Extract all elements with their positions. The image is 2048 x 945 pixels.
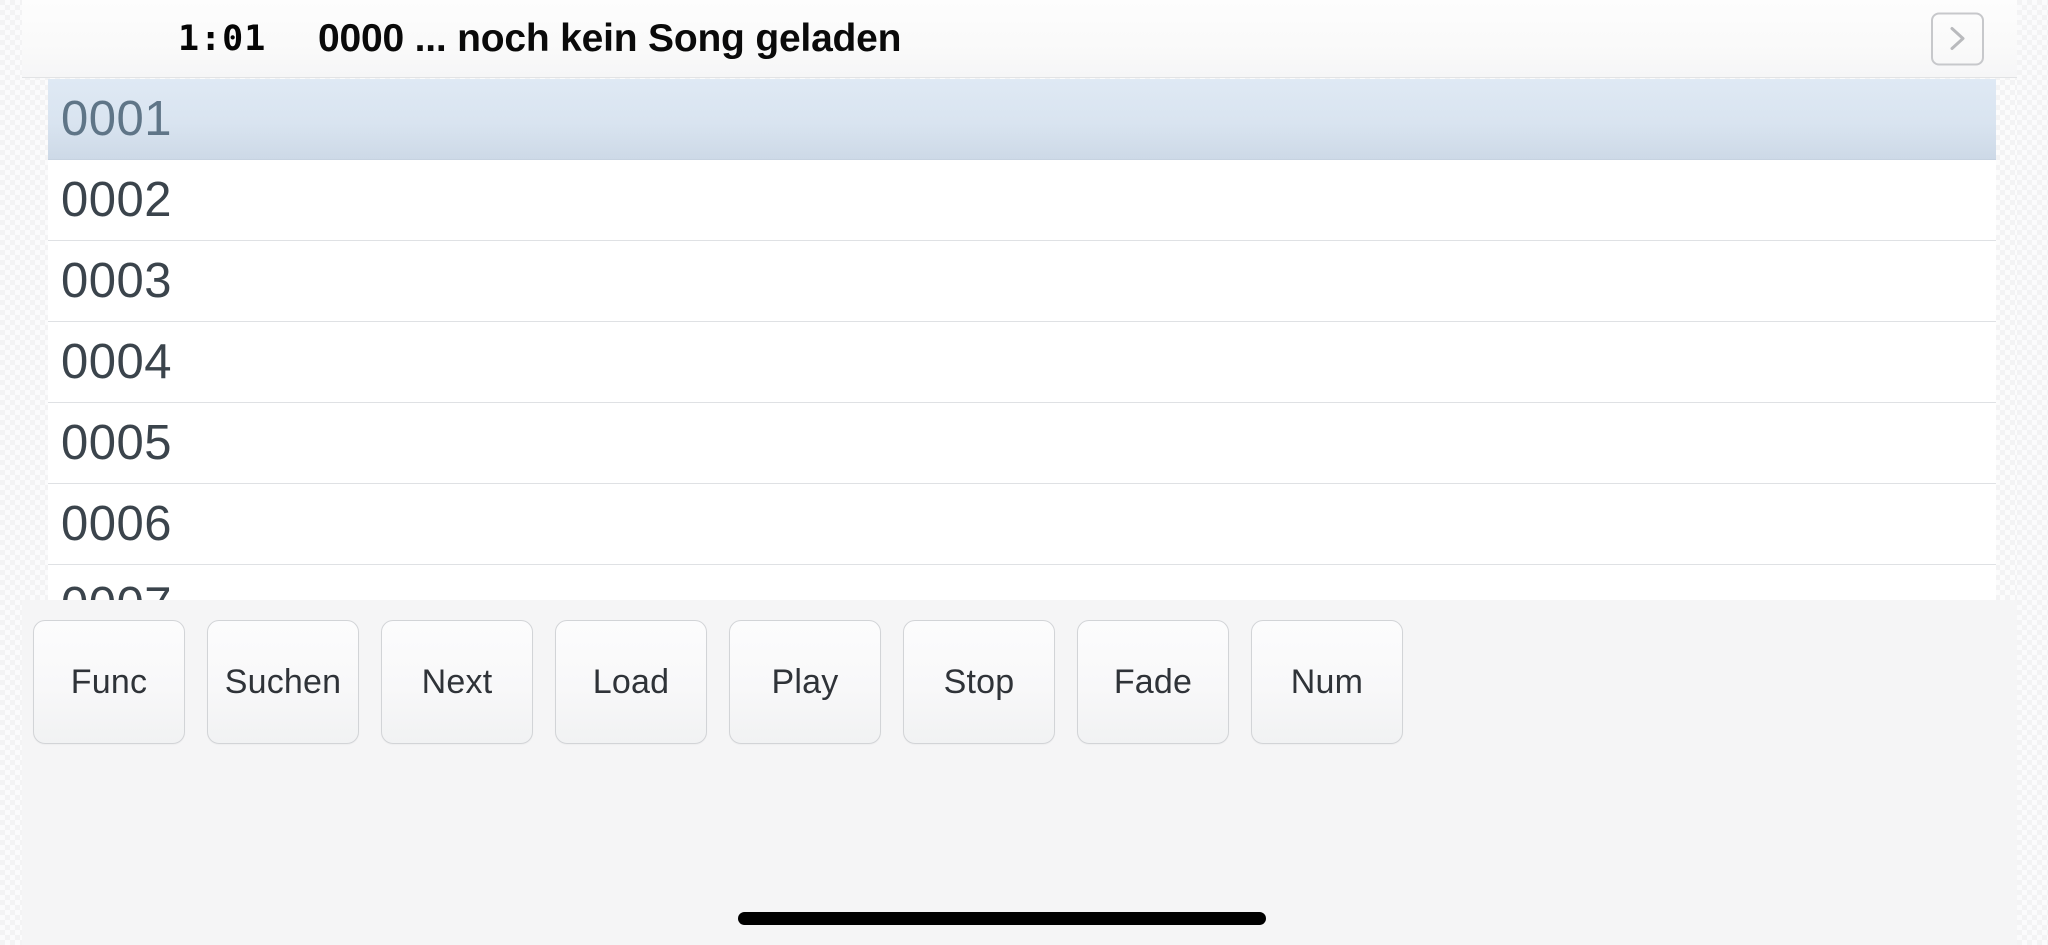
home-indicator <box>738 912 1266 925</box>
list-item-label: 0003 <box>61 253 173 308</box>
stop-button[interactable]: Stop <box>903 620 1055 744</box>
page-title: 0000 ... noch kein Song geladen <box>318 16 902 60</box>
play-button[interactable]: Play <box>729 620 881 744</box>
suchen-button[interactable]: Suchen <box>207 620 359 744</box>
list-item[interactable]: 0004 <box>48 322 1996 403</box>
list-item-label: 0005 <box>61 415 173 470</box>
list-item[interactable]: 0002 <box>48 160 1996 241</box>
list-item-label: 0004 <box>61 334 173 389</box>
list-item-label: 0007 <box>61 580 172 600</box>
right-edge-texture <box>2017 0 2048 945</box>
button-label: Play <box>771 662 839 701</box>
list-item[interactable]: 0001 <box>48 79 1996 160</box>
bottom-toolbar: Func Suchen Next Load Play Stop Fade Num <box>22 600 2017 945</box>
button-label: Num <box>1290 662 1364 701</box>
elapsed-time: 1:01 <box>178 18 267 59</box>
list-item-label: 0006 <box>61 496 173 551</box>
toolbar-button-group: Func Suchen Next Load Play Stop Fade Num <box>33 620 1403 744</box>
button-label: Fade <box>1113 662 1193 701</box>
list-item[interactable]: 0003 <box>48 241 1996 322</box>
song-list[interactable]: 000100020003000400050006000700080009 <box>48 79 1996 600</box>
list-item-label: 0001 <box>61 91 173 146</box>
header-bar: 1:01 0000 ... noch kein Song geladen <box>22 0 2017 78</box>
button-label: Func <box>70 662 148 701</box>
chevron-right-icon <box>1945 24 1971 54</box>
button-label: Suchen <box>224 662 342 701</box>
next-button[interactable] <box>1931 12 1984 65</box>
button-label: Load <box>592 662 670 701</box>
list-item[interactable]: 0005 <box>48 403 1996 484</box>
list-item-label: 0002 <box>61 172 173 227</box>
load-button[interactable]: Load <box>555 620 707 744</box>
func-button[interactable]: Func <box>33 620 185 744</box>
button-label: Next <box>421 662 493 701</box>
next-button[interactable]: Next <box>381 620 533 744</box>
app-root: 1:01 0000 ... noch kein Song geladen 000… <box>0 0 2048 945</box>
list-item[interactable]: 0007 <box>48 565 1996 600</box>
fade-button[interactable]: Fade <box>1077 620 1229 744</box>
list-item[interactable]: 0006 <box>48 484 1996 565</box>
num-button[interactable]: Num <box>1251 620 1403 744</box>
button-label: Stop <box>943 662 1015 701</box>
header-content: 1:01 0000 ... noch kein Song geladen <box>22 0 2017 77</box>
